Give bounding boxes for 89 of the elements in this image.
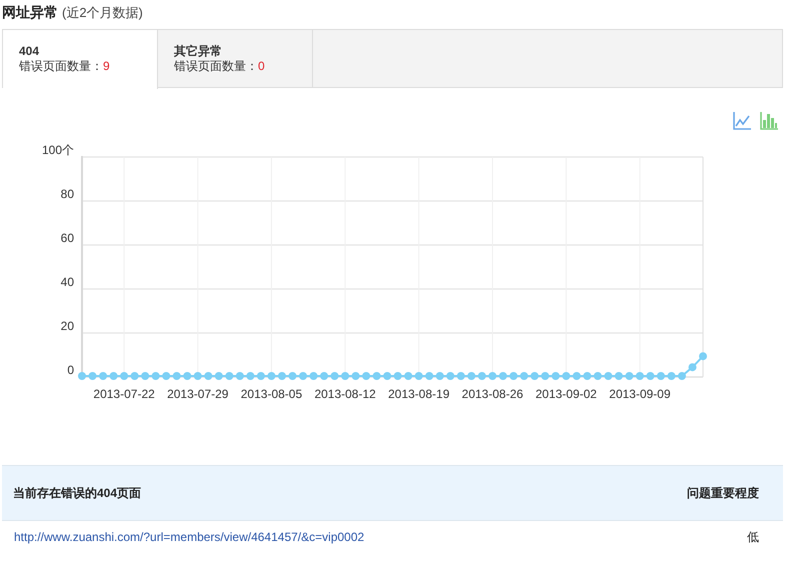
- y-tick-label: 0: [67, 363, 74, 377]
- x-tick-label: 2013-07-22: [93, 387, 155, 401]
- data-point: [678, 372, 686, 380]
- data-point: [636, 372, 644, 380]
- bar-chart-icon[interactable]: [759, 111, 779, 131]
- column-header: 问题重要程度: [687, 485, 759, 502]
- section-title: 网址异常: [2, 3, 58, 22]
- data-point: [414, 372, 423, 380]
- data-point: [488, 372, 496, 380]
- line-chart-icon[interactable]: [732, 111, 752, 131]
- tab-label: 错误页面数量：: [174, 59, 258, 73]
- x-tick-label: 2013-09-02: [535, 387, 597, 401]
- data-point: [214, 372, 223, 380]
- data-point: [256, 372, 265, 380]
- tab-title: 404: [19, 44, 40, 58]
- data-point: [246, 372, 254, 380]
- data-point: [499, 372, 508, 380]
- data-point: [236, 372, 244, 380]
- tab-title: 其它异常: [174, 44, 223, 58]
- x-tick-label: 2013-09-09: [609, 387, 671, 401]
- data-point: [562, 372, 570, 380]
- data-point: [152, 372, 160, 380]
- data-point: [456, 372, 465, 380]
- x-tick-label: 2013-08-19: [388, 387, 450, 401]
- x-tick-label: 2013-08-12: [314, 387, 376, 401]
- data-point: [194, 372, 202, 380]
- data-point: [99, 372, 108, 380]
- data-point: [541, 372, 550, 380]
- data-point: [604, 372, 612, 380]
- data-point: [120, 372, 128, 380]
- data-point: [141, 372, 150, 380]
- data-point: [320, 372, 328, 380]
- column-header: 当前存在错误的404页面: [13, 485, 142, 502]
- data-point: [530, 372, 539, 380]
- error-count: 9: [103, 59, 110, 73]
- data-point: [667, 372, 676, 380]
- data-point: [267, 372, 276, 380]
- data-point: [646, 372, 654, 380]
- data-point: [510, 372, 518, 380]
- data-point: [78, 372, 86, 380]
- x-tick-label: 2013-08-26: [462, 387, 524, 401]
- data-point: [183, 372, 192, 380]
- y-tick-label: 100个: [42, 143, 74, 157]
- data-point: [162, 372, 170, 380]
- data-point: [467, 372, 476, 380]
- data-point: [88, 372, 97, 380]
- data-point: [310, 372, 318, 380]
- data-point: [594, 372, 602, 380]
- data-point: [583, 372, 592, 380]
- data-point: [352, 372, 360, 380]
- data-point: [341, 372, 350, 380]
- y-tick-label: 20: [60, 319, 74, 333]
- data-point: [172, 372, 181, 380]
- data-point: [520, 372, 528, 380]
- data-point: [372, 372, 381, 380]
- data-point: [572, 372, 581, 380]
- data-point: [394, 372, 402, 380]
- y-tick-label: 80: [60, 187, 74, 201]
- data-point: [404, 372, 412, 380]
- data-point: [478, 372, 486, 380]
- tab-label: 错误页面数量：: [19, 59, 103, 73]
- data-point: [288, 372, 296, 380]
- data-point: [278, 372, 286, 380]
- data-point: [204, 372, 212, 380]
- data-point: [614, 372, 623, 380]
- importance-cell-text: 低: [747, 529, 759, 546]
- data-point: [130, 372, 139, 380]
- x-tick-label: 2013-07-29: [167, 387, 228, 401]
- error-count: 0: [258, 59, 265, 73]
- y-tick-label: 40: [60, 275, 74, 289]
- data-point: [330, 372, 339, 380]
- data-point: [552, 372, 560, 380]
- data-point: [625, 372, 634, 380]
- data-point: [688, 363, 696, 372]
- data-point: [656, 372, 665, 380]
- y-tick-label: 60: [60, 231, 74, 245]
- tab[interactable]: 404 错误页面数量：9: [3, 30, 158, 89]
- x-tick-label: 2013-08-05: [240, 387, 302, 401]
- data-point: [110, 372, 118, 380]
- url-link[interactable]: http://www.zuanshi.com/?url=members/view/4641457/&c=vip0002: [14, 528, 364, 546]
- data-point: [699, 352, 707, 360]
- data-point: [362, 372, 370, 380]
- data-point: [225, 372, 234, 380]
- data-point: [446, 372, 454, 380]
- data-point: [425, 372, 434, 380]
- data-point: [383, 372, 392, 380]
- data-point: [436, 372, 444, 380]
- data-point: [299, 372, 308, 380]
- section-subtitle: (近2个月数据): [62, 4, 143, 22]
